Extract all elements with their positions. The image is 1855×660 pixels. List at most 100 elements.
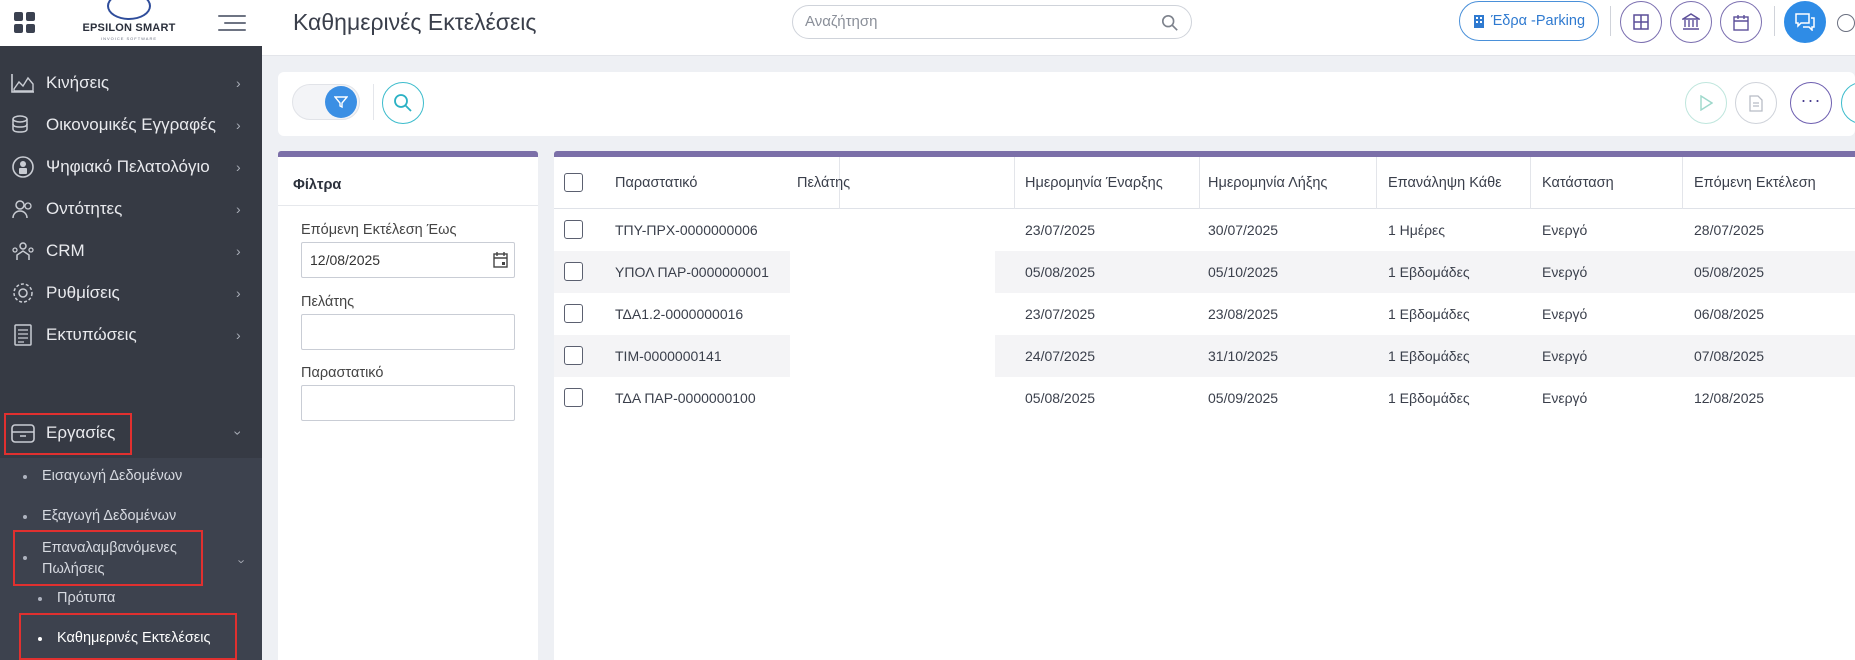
- filter-toggle[interactable]: [292, 84, 360, 120]
- row-checkbox[interactable]: [564, 388, 583, 407]
- column-header-repeat-every[interactable]: Επανάληψη Κάθε: [1377, 157, 1531, 209]
- column-header-end-date[interactable]: Ημερομηνία Λήξης: [1197, 157, 1377, 209]
- cell-next-execution: 28/07/2025: [1694, 222, 1765, 238]
- submenu-item-import[interactable]: Εισαγωγή Δεδομένων: [23, 468, 182, 484]
- logo-mark-icon: [107, 0, 151, 20]
- search-button[interactable]: [382, 82, 424, 124]
- row-checkbox[interactable]: [564, 346, 583, 365]
- cell-document: ΤΔΑ ΠΑΡ-0000000100: [615, 390, 756, 406]
- toolbar: ···: [278, 72, 1855, 136]
- chevron-right-icon: ›: [236, 117, 241, 133]
- sidebar-item-label: Οντότητες: [46, 199, 123, 218]
- customer-input[interactable]: [310, 324, 480, 340]
- filters-title: Φίλτρα: [293, 177, 342, 193]
- search-input[interactable]: [805, 13, 1145, 30]
- branch-label: Έδρα -Parking: [1490, 13, 1586, 29]
- executions-table: Παραστατικό Πελάτης Ημερομηνία Έναρξης Η…: [554, 151, 1855, 660]
- submenu-item-export[interactable]: Εξαγωγή Δεδομένων: [23, 508, 177, 524]
- search-icon: [394, 94, 412, 112]
- cell-next-execution: 05/08/2025: [1694, 264, 1765, 280]
- document-button[interactable]: [1735, 82, 1777, 124]
- column-header-start-date[interactable]: Ημερομηνία Έναρξης: [1014, 157, 1200, 209]
- column-header-status[interactable]: Κατάσταση: [1531, 157, 1683, 209]
- layout-grid-button[interactable]: [1620, 1, 1662, 43]
- gear-icon: [10, 280, 36, 306]
- apps-grid-icon[interactable]: [14, 12, 36, 34]
- cell-repeat-every: 1 Εβδομάδες: [1388, 390, 1470, 406]
- table-row[interactable]: ΥΠΟΛ ΠΑΡ-0000000001 05/08/2025 05/10/2025 1…: [554, 251, 1855, 293]
- branch-selector-button[interactable]: Έδρα -Parking: [1459, 1, 1599, 41]
- cell-next-execution: 12/08/2025: [1694, 390, 1765, 406]
- cell-end-date: 31/10/2025: [1208, 348, 1279, 364]
- filters-panel: Φίλτρα Επόμενη Εκτέλεση Έως Πελάτης Παρα…: [278, 151, 538, 660]
- next-execution-date-field[interactable]: [301, 242, 515, 278]
- chevron-right-icon: ›: [236, 327, 241, 343]
- sidebar-item-label: Ρυθμίσεις: [46, 283, 120, 302]
- highlight-box-recurring-sales: [13, 530, 203, 586]
- cell-end-date: 05/09/2025: [1208, 390, 1279, 406]
- document-input[interactable]: [310, 395, 480, 411]
- global-search[interactable]: [792, 5, 1192, 39]
- row-checkbox[interactable]: [564, 262, 583, 281]
- column-header-next-execution[interactable]: Επόμενη Εκτέλεση: [1683, 157, 1855, 209]
- calendar-button[interactable]: [1720, 1, 1762, 43]
- row-checkbox[interactable]: [564, 304, 583, 323]
- sidebar-item-label: Εκτυπώσεις: [46, 325, 137, 344]
- logo-name: EPSILON SMART: [82, 22, 176, 34]
- logo-subtitle: INVOICE SOFTWARE: [100, 36, 158, 41]
- cell-customer: [786, 209, 797, 251]
- submenu-item-label: Εξαγωγή Δεδομένων: [42, 508, 177, 524]
- cell-status: Ενεργό: [1542, 222, 1588, 238]
- chevron-right-icon: ›: [236, 201, 241, 217]
- table-row[interactable]: ΤΔΑ1.2-0000000016 23/07/2025 23/08/2025 1 Ε…: [554, 293, 1855, 335]
- customer-field[interactable]: [301, 314, 515, 350]
- cell-start-date: 23/07/2025: [1025, 306, 1096, 322]
- logo: EPSILON SMART INVOICE SOFTWARE: [74, 0, 184, 46]
- bullet-icon: [38, 597, 42, 601]
- topbar: Καθημερινές Εκτελέσεις Έδρα -Parking: [262, 0, 1855, 56]
- sidebar-item-label: Κινήσεις: [46, 73, 110, 92]
- document-field[interactable]: [301, 385, 515, 421]
- chevron-down-icon: ›: [230, 430, 247, 436]
- divider: [1774, 6, 1775, 36]
- coins-icon: [10, 112, 36, 138]
- divider: [1610, 6, 1611, 36]
- search-icon[interactable]: [1161, 14, 1179, 32]
- submenu-item-templates[interactable]: Πρότυπα: [38, 590, 116, 606]
- table-header-row: Παραστατικό Πελάτης Ημερομηνία Έναρξης Η…: [554, 157, 1855, 209]
- document-icon: [1749, 94, 1763, 112]
- select-all-checkbox[interactable]: [564, 173, 583, 192]
- table-row[interactable]: ΤΔΑ ΠΑΡ-0000000100 05/08/2025 05/09/2025 1 …: [554, 377, 1855, 419]
- avatar[interactable]: [1837, 14, 1855, 32]
- cell-repeat-every: 1 Εβδομάδες: [1388, 348, 1470, 364]
- extra-action-button[interactable]: [1841, 82, 1855, 124]
- chat-button[interactable]: [1784, 1, 1826, 43]
- cell-customer: [786, 251, 797, 293]
- column-header-customer[interactable]: Πελάτης: [786, 157, 1015, 209]
- cell-start-date: 05/08/2025: [1025, 264, 1096, 280]
- next-execution-label: Επόμενη Εκτέλεση Έως: [301, 222, 457, 238]
- submenu-item-label: Πρότυπα: [57, 590, 116, 606]
- cell-document: ΤΔΑ1.2-0000000016: [615, 306, 744, 322]
- cell-document: ΤΙΜ-0000000141: [615, 348, 722, 364]
- bank-button[interactable]: [1670, 1, 1712, 43]
- sidebar-item-label: Οικονομικές Εγγραφές: [46, 115, 216, 134]
- menu-toggle-icon[interactable]: [218, 14, 246, 32]
- cell-repeat-every: 1 Εβδομάδες: [1388, 264, 1470, 280]
- sidebar-item-prints[interactable]: Εκτυπώσεις ›: [0, 310, 262, 360]
- cell-next-execution: 06/08/2025: [1694, 306, 1765, 322]
- bullet-icon: [23, 475, 27, 479]
- cell-customer: [786, 377, 797, 419]
- row-checkbox[interactable]: [564, 220, 583, 239]
- crm-icon: [10, 238, 36, 264]
- run-button[interactable]: [1685, 82, 1727, 124]
- user-lock-icon: [10, 154, 36, 180]
- chat-icon: [1795, 13, 1815, 31]
- cell-document: ΤΠΥ-ΠΡΧ-0000000006: [615, 222, 758, 238]
- next-execution-date-input[interactable]: [310, 252, 480, 268]
- table-row[interactable]: ΤΠΥ-ΠΡΧ-0000000006 23/07/2025 30/07/2025 1 …: [554, 209, 1855, 251]
- more-button[interactable]: ···: [1790, 82, 1832, 124]
- calendar-icon[interactable]: [493, 252, 508, 268]
- customer-label: Πελάτης: [301, 294, 355, 310]
- table-row[interactable]: ΤΙΜ-0000000141 24/07/2025 31/10/2025 1 Εβδο…: [554, 335, 1855, 377]
